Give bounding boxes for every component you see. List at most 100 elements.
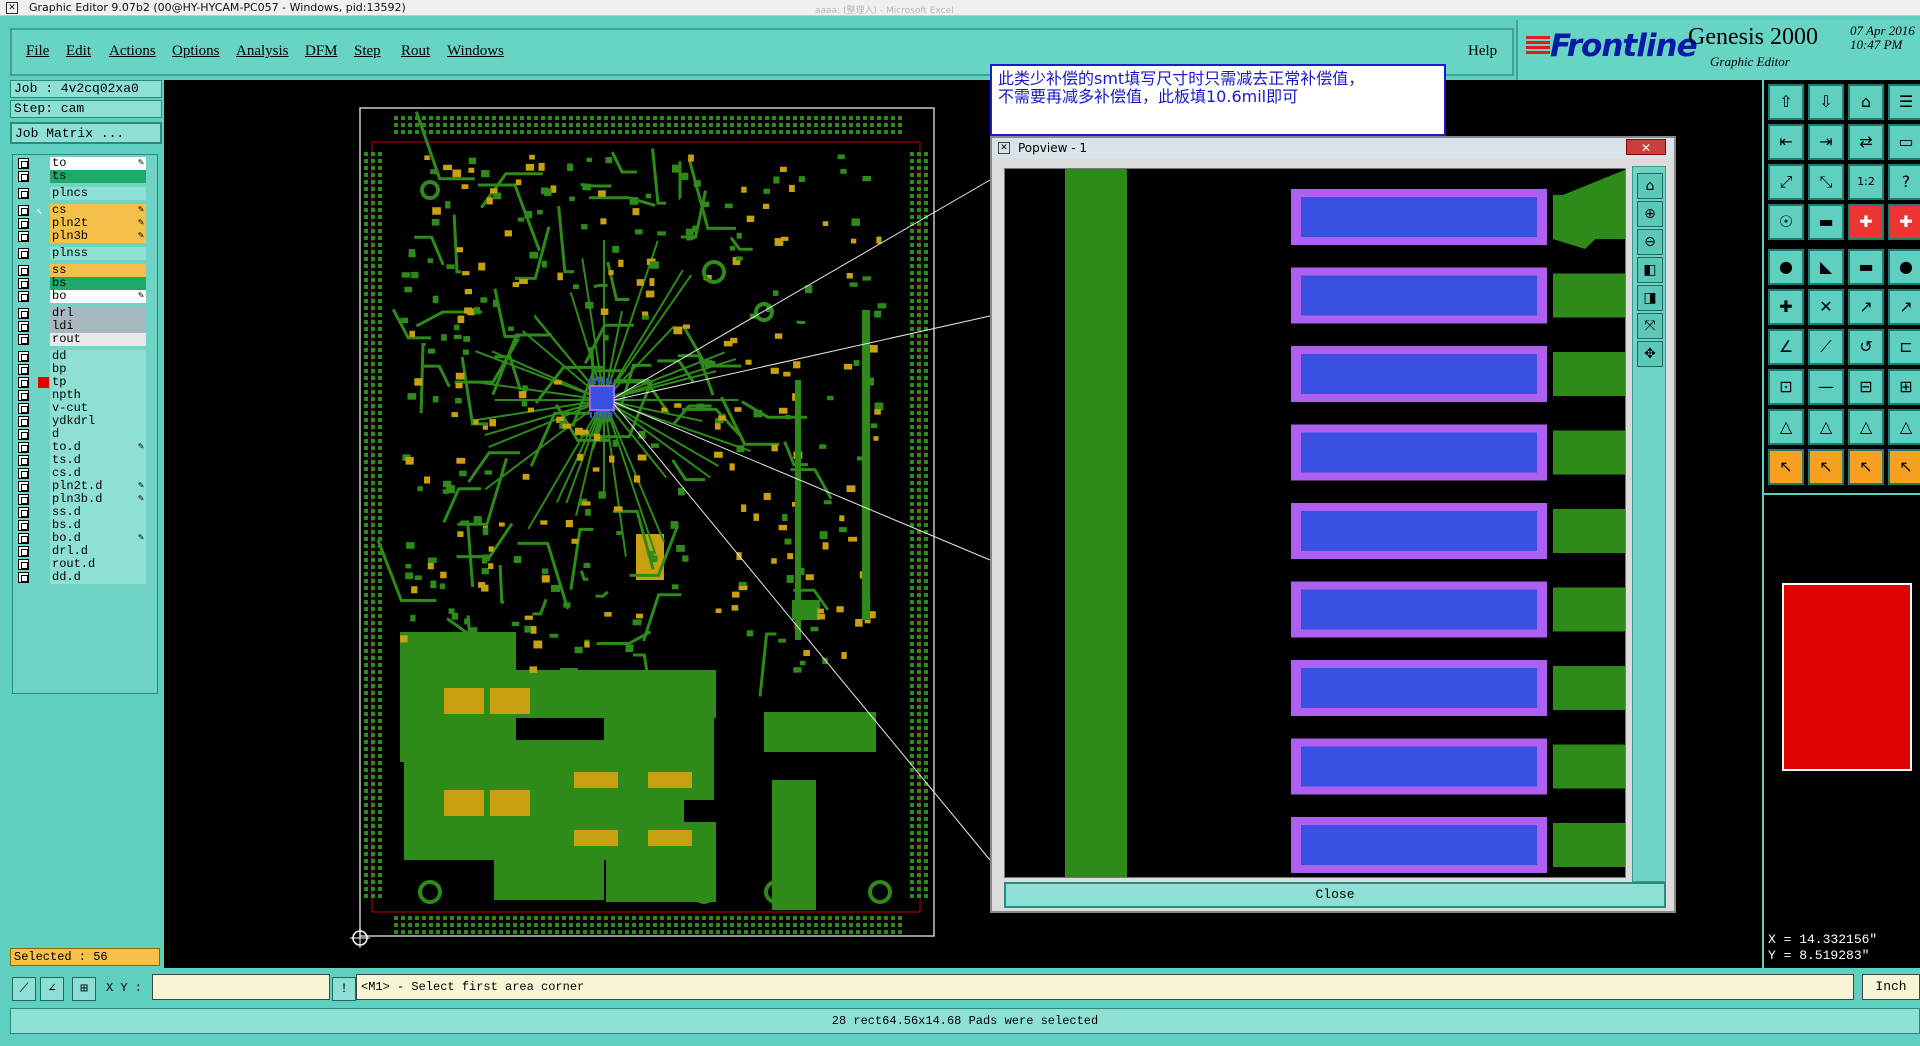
layer-checkbox[interactable]: [18, 455, 29, 466]
tool-draw-4-icon[interactable]: ●: [1888, 249, 1920, 285]
layer-checkbox[interactable]: [18, 559, 29, 570]
tool-misc-1-icon[interactable]: ☉: [1768, 204, 1804, 240]
snap-mode-icon[interactable]: ⟋: [12, 977, 36, 1001]
layer-checkbox[interactable]: [18, 188, 29, 199]
layer-row-ldi[interactable]: ldi: [16, 320, 154, 333]
layer-checkbox[interactable]: [18, 291, 29, 302]
layer-row-pln3b.d[interactable]: pln3b.d ✎: [16, 493, 154, 506]
tool-fit-1-icon[interactable]: ⤢: [1768, 164, 1804, 200]
layer-row-ss.d[interactable]: ss.d: [16, 506, 154, 519]
layer-row-d[interactable]: d: [16, 428, 154, 441]
layer-name[interactable]: plncs: [50, 187, 146, 200]
layer-checkbox[interactable]: [18, 572, 29, 583]
pop-tool-fit-icon[interactable]: ⤧: [1637, 313, 1663, 339]
layer-checkbox[interactable]: [18, 481, 29, 492]
layer-checkbox[interactable]: [18, 158, 29, 169]
tool-edit-3-icon[interactable]: ↗: [1848, 289, 1884, 325]
layer-checkbox[interactable]: [18, 429, 29, 440]
menu-actions[interactable]: Actions: [109, 43, 156, 60]
tool-zoom-3-icon[interactable]: ⇄: [1848, 124, 1884, 160]
menu-windows[interactable]: Windows: [447, 43, 504, 60]
layer-checkbox[interactable]: [18, 442, 29, 453]
layer-name[interactable]: dd.d: [50, 571, 146, 584]
popview-title-bar[interactable]: ✕ Popview - 1 ✕: [992, 138, 1674, 158]
tool-poly-4-icon[interactable]: △: [1888, 409, 1920, 445]
popview-zoom-area[interactable]: [1004, 168, 1626, 878]
tool-misc-4-icon[interactable]: ✚: [1888, 204, 1920, 240]
tool-edit-2-icon[interactable]: ✕: [1808, 289, 1844, 325]
tool-select-2-icon[interactable]: ↖: [1808, 449, 1844, 485]
layer-checkbox[interactable]: [18, 308, 29, 319]
pop-tool-zoom-in-icon[interactable]: ⊕: [1637, 201, 1663, 227]
layer-checkbox[interactable]: [18, 520, 29, 531]
layer-row-bo[interactable]: bo ✎: [16, 290, 154, 303]
tool-edit-1-icon[interactable]: ✚: [1768, 289, 1804, 325]
tool-edit-4-icon[interactable]: ↗: [1888, 289, 1920, 325]
tool-line-4-icon[interactable]: ⊏: [1888, 329, 1920, 365]
layer-checkbox[interactable]: [18, 494, 29, 505]
tool-pan-3-icon[interactable]: ⌂: [1848, 84, 1884, 120]
units-select[interactable]: Inch: [1862, 974, 1920, 1000]
layer-row-pln3b[interactable]: pln3b ✎: [16, 230, 154, 243]
tool-line-1-icon[interactable]: ∠: [1768, 329, 1804, 365]
tool-pan-1-icon[interactable]: ⇧: [1768, 84, 1804, 120]
tool-select-4-icon[interactable]: ↖: [1888, 449, 1920, 485]
tool-line-2-icon[interactable]: ⟋: [1808, 329, 1844, 365]
tool-fit-3-icon[interactable]: 1:2: [1848, 164, 1884, 200]
layer-row-bs[interactable]: bs: [16, 277, 154, 290]
layer-name[interactable]: ydkdrl: [50, 415, 146, 428]
layer-row-plnss[interactable]: plnss: [16, 247, 154, 260]
layer-checkbox[interactable]: [18, 468, 29, 479]
pop-tool-zoom-out-icon[interactable]: ⊖: [1637, 229, 1663, 255]
layer-row-ts.d[interactable]: ts.d: [16, 454, 154, 467]
tool-zoom-4-icon[interactable]: ▭: [1888, 124, 1920, 160]
menu-file[interactable]: File: [26, 43, 49, 60]
layer-name[interactable]: plnss: [50, 247, 146, 260]
pop-tool-move-icon[interactable]: ✥: [1637, 341, 1663, 367]
tool-fit-2-icon[interactable]: ⤡: [1808, 164, 1844, 200]
menu-help[interactable]: Help: [1468, 43, 1497, 60]
xy-input[interactable]: [152, 974, 330, 1000]
layer-checkbox[interactable]: [18, 265, 29, 276]
popview-close-button[interactable]: Close: [1004, 882, 1666, 908]
layer-checkbox[interactable]: [18, 218, 29, 229]
tool-draw-1-icon[interactable]: ●: [1768, 249, 1804, 285]
pop-tool-pan-left-icon[interactable]: ◧: [1637, 257, 1663, 283]
layer-checkbox[interactable]: [18, 507, 29, 518]
layer-row-to.d[interactable]: to.d ✎: [16, 441, 154, 454]
layer-checkbox[interactable]: [18, 351, 29, 362]
layer-checkbox[interactable]: [18, 403, 29, 414]
pop-tool-pan-right-icon[interactable]: ◨: [1637, 285, 1663, 311]
tool-poly-2-icon[interactable]: △: [1808, 409, 1844, 445]
tool-fit-4-icon[interactable]: ?: [1888, 164, 1920, 200]
menu-options[interactable]: Options: [172, 43, 220, 60]
layer-checkbox[interactable]: [18, 390, 29, 401]
layer-row-bp[interactable]: bp: [16, 363, 154, 376]
menu-rout[interactable]: Rout: [401, 43, 430, 60]
tool-zoom-1-icon[interactable]: ⇤: [1768, 124, 1804, 160]
tool-pan-4-icon[interactable]: ☰: [1888, 84, 1920, 120]
layer-checkbox[interactable]: [18, 377, 29, 388]
tool-select-3-icon[interactable]: ↖: [1848, 449, 1884, 485]
tool-misc-3-icon[interactable]: ✚: [1848, 204, 1884, 240]
layer-row-dd.d[interactable]: dd.d: [16, 571, 154, 584]
layer-row-dd[interactable]: dd: [16, 350, 154, 363]
layer-row-bs.d[interactable]: bs.d: [16, 519, 154, 532]
layer-checkbox[interactable]: [18, 364, 29, 375]
layer-name[interactable]: rout: [50, 333, 146, 346]
layer-row-to[interactable]: to ✎: [16, 157, 154, 170]
layer-row-rout.d[interactable]: rout.d: [16, 558, 154, 571]
tool-line-3-icon[interactable]: ↺: [1848, 329, 1884, 365]
layer-row-drl[interactable]: drl: [16, 307, 154, 320]
tool-poly-1-icon[interactable]: △: [1768, 409, 1804, 445]
menu-dfm[interactable]: DFM: [305, 43, 338, 60]
tool-shape-3-icon[interactable]: ⊟: [1848, 369, 1884, 405]
menu-step[interactable]: Step: [354, 43, 381, 60]
layer-name[interactable]: ts: [50, 170, 146, 183]
menu-analysis[interactable]: Analysis: [236, 43, 289, 60]
layer-checkbox[interactable]: [18, 533, 29, 544]
layer-row-rout[interactable]: rout: [16, 333, 154, 346]
layer-checkbox[interactable]: [18, 416, 29, 427]
layer-checkbox[interactable]: [18, 171, 29, 182]
menu-edit[interactable]: Edit: [66, 43, 91, 60]
